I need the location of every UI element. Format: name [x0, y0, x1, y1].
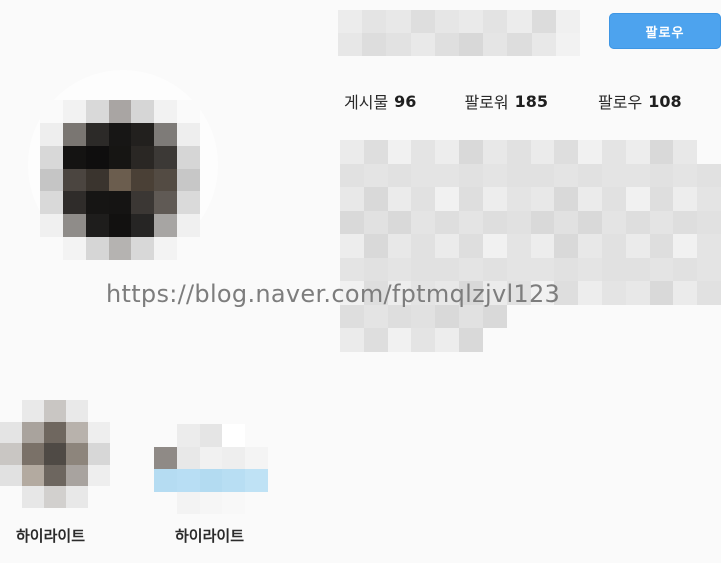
followers-count[interactable]: 팔로워 185	[464, 89, 548, 113]
username-mosaic	[338, 10, 580, 56]
story-highlight[interactable]: 하이라이트	[150, 380, 290, 550]
story-highlight[interactable]: 하이라이트	[0, 380, 130, 550]
following-count[interactable]: 팔로우 108	[598, 89, 682, 113]
highlight-thumbnail	[154, 402, 268, 514]
highlight-label: 하이라이트	[175, 527, 245, 545]
watermark-url: https://blog.naver.com/fptmqlzjvl123	[106, 280, 561, 308]
highlight-thumbnail	[0, 400, 110, 508]
following-label: 팔로우	[598, 93, 643, 112]
profile-stats: 게시물 96 팔로워 185 팔로우 108	[344, 88, 721, 114]
posts-label: 게시물	[344, 93, 389, 112]
bio-mosaic	[340, 140, 721, 352]
posts-value: 96	[394, 91, 417, 111]
posts-count[interactable]: 게시물 96	[344, 89, 416, 113]
followers-value: 185	[514, 91, 549, 111]
highlight-label: 하이라이트	[16, 527, 86, 545]
followers-label: 팔로워	[464, 93, 509, 112]
avatar[interactable]	[40, 100, 200, 260]
following-value: 108	[648, 91, 682, 111]
follow-button[interactable]: 팔로우	[609, 13, 721, 49]
